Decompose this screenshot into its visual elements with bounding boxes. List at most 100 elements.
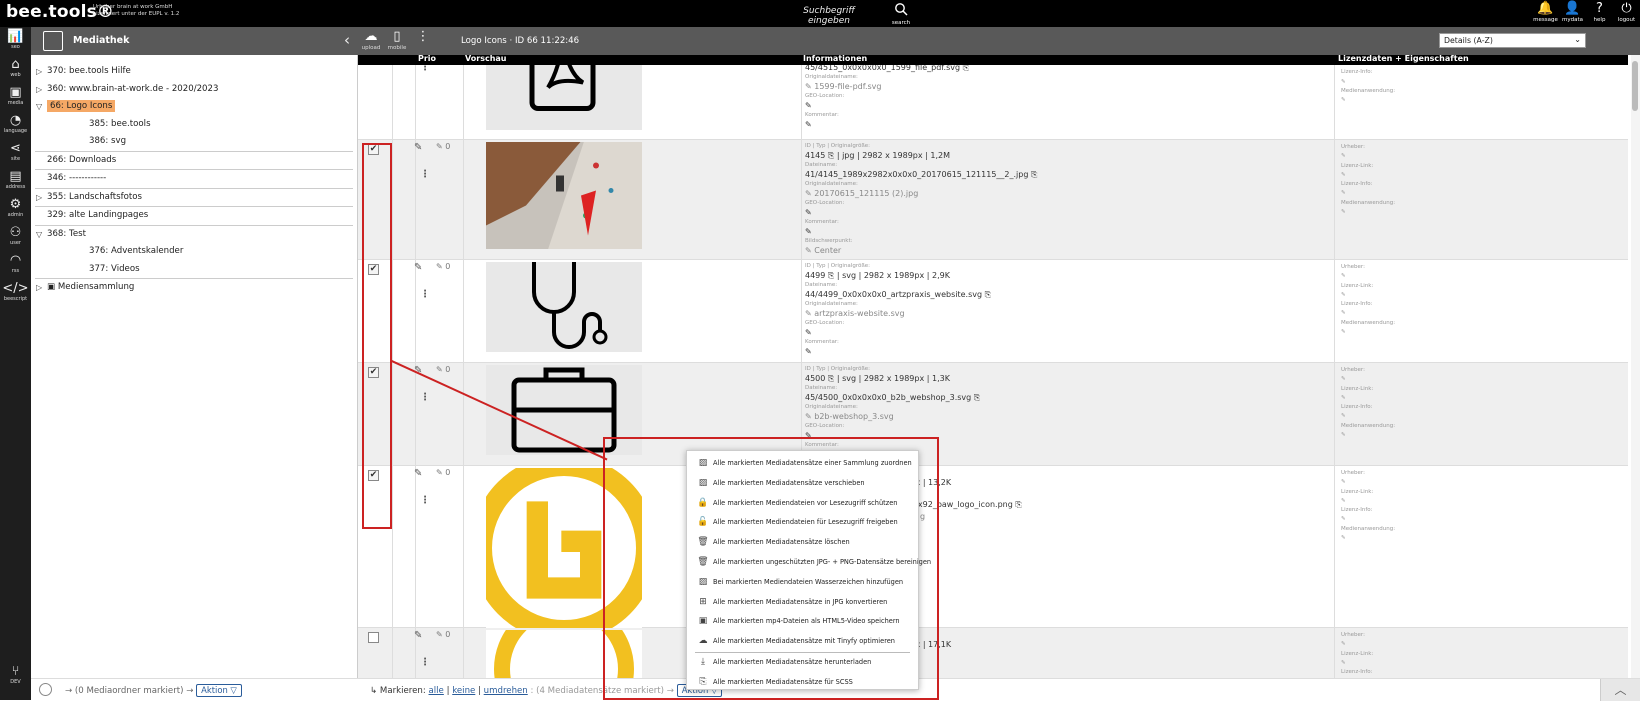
row-checkbox[interactable]: ✔ bbox=[368, 470, 379, 481]
tree-item[interactable]: ▽ 368: Test bbox=[31, 226, 357, 244]
menu-item[interactable]: ⊞ Alle markierten Mediadatensätze in JPG … bbox=[687, 593, 918, 613]
collapsed-icon[interactable]: ▷ bbox=[36, 279, 42, 297]
license-edit-icon[interactable]: ✎ bbox=[1341, 412, 1395, 421]
media-thumbnail[interactable] bbox=[486, 262, 642, 352]
tree-item[interactable]: 377: Videos bbox=[31, 261, 357, 279]
license-edit-icon[interactable]: ✎ bbox=[1341, 78, 1395, 87]
expanded-icon[interactable]: ▽ bbox=[36, 226, 42, 244]
nav-item-language[interactable]: ◔ language bbox=[0, 111, 31, 139]
media-thumbnail[interactable] bbox=[486, 142, 642, 249]
scrollbar[interactable] bbox=[1631, 55, 1640, 678]
search-input[interactable]: Suchbegriff eingeben bbox=[784, 6, 874, 28]
license-edit-icon[interactable]: ✎ bbox=[1341, 189, 1395, 198]
edit-icon[interactable]: ✎ bbox=[414, 468, 422, 479]
collapse-panel-icon[interactable]: ‹ bbox=[344, 31, 350, 49]
menu-item[interactable]: ▣ Alle markierten mp4-Dateien als HTML5-V… bbox=[687, 612, 918, 632]
media-thumbnail[interactable] bbox=[486, 468, 642, 628]
edit-icon[interactable]: ✎ bbox=[414, 262, 422, 273]
geo-edit-icon[interactable]: ✎ bbox=[805, 100, 969, 112]
license-edit-icon[interactable]: ✎ bbox=[1341, 394, 1395, 403]
collapsed-icon[interactable]: ▷ bbox=[36, 189, 42, 207]
column-prio[interactable]: Prio bbox=[418, 54, 436, 63]
nav-item-seo[interactable]: 📊 seo bbox=[0, 27, 31, 55]
edit-icon[interactable]: ✎ bbox=[414, 142, 422, 153]
sort-select[interactable]: Details (A-Z) ⌄ bbox=[1439, 33, 1586, 48]
row-menu-icon[interactable]: ⋮ bbox=[420, 170, 430, 180]
license-edit-icon[interactable]: ✎ bbox=[1341, 478, 1395, 487]
more-menu-button[interactable]: ⋮ bbox=[410, 29, 436, 45]
media-thumbnail[interactable] bbox=[486, 630, 642, 678]
collapsed-icon[interactable]: ▷ bbox=[36, 81, 42, 99]
license-edit-icon[interactable]: ✎ bbox=[1341, 291, 1395, 300]
license-edit-icon[interactable]: ✎ bbox=[1341, 375, 1395, 384]
license-edit-icon[interactable]: ✎ bbox=[1341, 515, 1395, 524]
tree-item[interactable]: 346: ------------ bbox=[31, 170, 357, 188]
row-menu-icon[interactable]: ⋮ bbox=[420, 393, 430, 403]
edit-icon[interactable]: ✎ bbox=[414, 365, 422, 376]
tree-item[interactable]: ▷ ▣ Mediensammlung bbox=[31, 279, 357, 297]
search-button[interactable]: search bbox=[889, 1, 913, 26]
tree-item[interactable]: ▽ 66: Logo Icons bbox=[31, 98, 357, 116]
mark-invert-link[interactable]: umdrehen bbox=[484, 686, 528, 696]
select-folders-toggle[interactable] bbox=[39, 683, 52, 696]
help-button[interactable]: ? help bbox=[1586, 0, 1613, 27]
license-edit-icon[interactable]: ✎ bbox=[1341, 534, 1395, 543]
row-checkbox[interactable]: ✔ bbox=[368, 264, 379, 275]
license-edit-icon[interactable]: ✎ bbox=[1341, 497, 1395, 506]
logout-button[interactable]: ⏻ logout bbox=[1613, 0, 1640, 27]
scroll-top-button[interactable]: ︿ bbox=[1600, 679, 1640, 701]
license-edit-icon[interactable]: ✎ bbox=[1341, 208, 1395, 217]
license-edit-icon[interactable]: ✎ bbox=[1341, 96, 1395, 105]
comment-edit-icon[interactable]: ✎ bbox=[805, 226, 1037, 238]
nav-item-web[interactable]: ⌂ web bbox=[0, 55, 31, 83]
menu-item[interactable]: 🗑 Alle markierten Mediadatensätze löschen bbox=[687, 533, 918, 553]
column-license[interactable]: Lizenzdaten + Eigenschaften bbox=[1338, 54, 1469, 63]
tree-item[interactable]: ▷ 370: bee.tools Hilfe bbox=[31, 63, 357, 81]
nav-item-address[interactable]: ▤ address bbox=[0, 167, 31, 195]
menu-item[interactable]: ☁ Alle markierten Mediadatensätze mit Tin… bbox=[687, 632, 918, 652]
row-menu-icon[interactable]: ⋮ bbox=[420, 658, 430, 668]
menu-item[interactable]: ▨ Alle markierten Mediadatensätze einer S… bbox=[687, 454, 918, 474]
geo-edit-icon[interactable]: ✎ bbox=[805, 327, 991, 339]
nav-item-admin[interactable]: ⚙ admin bbox=[0, 195, 31, 223]
tree-item[interactable]: 386: svg bbox=[31, 133, 357, 151]
license-edit-icon[interactable]: ✎ bbox=[1341, 272, 1395, 281]
row-checkbox[interactable]: ✔ bbox=[368, 144, 379, 155]
nav-item-site[interactable]: ⋖ site bbox=[0, 139, 31, 167]
comment-edit-icon[interactable]: ✎ bbox=[805, 346, 991, 358]
media-thumbnail[interactable] bbox=[486, 65, 642, 130]
menu-item[interactable]: ▨ Alle markierten Mediadatensätze verschi… bbox=[687, 474, 918, 494]
menu-item[interactable]: 🔒 Alle markierten Mediendateien vor Lesez… bbox=[687, 494, 918, 514]
row-checkbox[interactable]: ✔ bbox=[368, 367, 379, 378]
column-info[interactable]: Informationen bbox=[803, 54, 867, 63]
upload-button[interactable]: ☁ upload bbox=[358, 29, 384, 51]
geo-edit-icon[interactable]: ✎ bbox=[805, 430, 980, 442]
menu-item[interactable]: ▨ Bei markierten Mediendateien Wasserzeic… bbox=[687, 573, 918, 593]
tree-item[interactable]: 329: alte Landingpages bbox=[31, 207, 357, 225]
license-edit-icon[interactable]: ✎ bbox=[1341, 309, 1395, 318]
mark-all-link[interactable]: alle bbox=[429, 686, 444, 696]
tree-item[interactable]: ▷ 360: www.brain-at-work.de - 2020/2023 bbox=[31, 81, 357, 99]
mydata-button[interactable]: 👤 mydata bbox=[1559, 0, 1586, 27]
license-edit-icon[interactable]: ✎ bbox=[1341, 152, 1395, 161]
row-menu-icon[interactable]: ⋮ bbox=[420, 496, 430, 506]
row-menu-icon[interactable]: ⋮ bbox=[420, 65, 430, 73]
nav-item-media[interactable]: ▣ media bbox=[0, 83, 31, 111]
license-edit-icon[interactable]: ✎ bbox=[1341, 328, 1395, 337]
expanded-icon[interactable]: ▽ bbox=[36, 98, 42, 116]
tree-item[interactable]: 385: bee.tools bbox=[31, 116, 357, 134]
nav-item-dev[interactable]: ⑂ DEV bbox=[0, 662, 31, 690]
menu-item[interactable]: ⤓ Alle markierten Mediadatensätze herunte… bbox=[687, 653, 918, 673]
tree-item[interactable]: 376: Adventskalender bbox=[31, 243, 357, 261]
comment-edit-icon[interactable]: ✎ bbox=[805, 119, 969, 131]
mark-none-link[interactable]: keine bbox=[452, 686, 475, 696]
row-checkbox[interactable] bbox=[368, 632, 379, 643]
license-edit-icon[interactable]: ✎ bbox=[1341, 431, 1395, 440]
license-edit-icon[interactable]: ✎ bbox=[1341, 171, 1395, 180]
mobile-button[interactable]: ▯ mobile bbox=[384, 29, 410, 51]
menu-item[interactable]: 🗑 Alle markierten ungeschützten JPG- + PN… bbox=[687, 553, 931, 573]
license-edit-icon[interactable]: ✎ bbox=[1341, 659, 1395, 668]
collapsed-icon[interactable]: ▷ bbox=[36, 63, 42, 81]
edit-icon[interactable]: ✎ bbox=[414, 630, 422, 641]
nav-item-user[interactable]: ⚇ user bbox=[0, 223, 31, 251]
